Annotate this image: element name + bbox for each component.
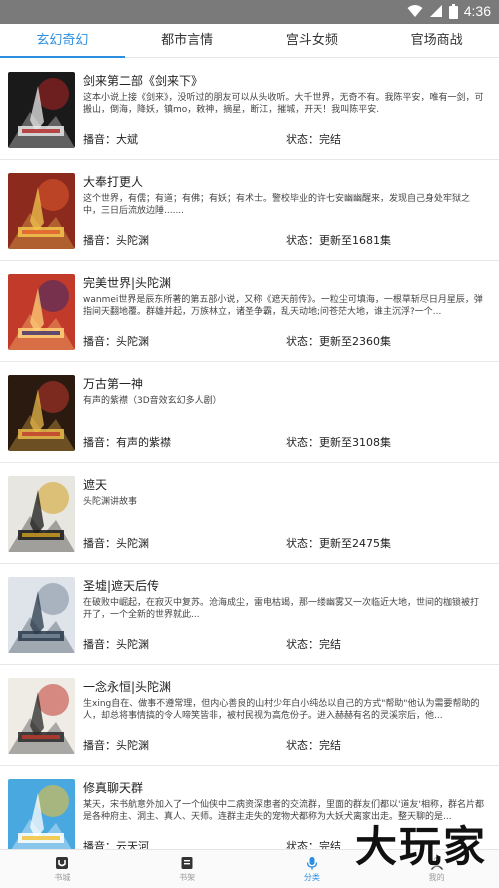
book-title: 剑来第二部《剑来下》 <box>83 74 204 88</box>
book-status: 状态：更新至3108集 <box>286 436 391 449</box>
clock-time: 4:36 <box>463 3 491 19</box>
nav-bookshelf[interactable]: 书架 <box>125 850 250 888</box>
nav-label: 书架 <box>179 872 196 882</box>
book-title: 遮天 <box>83 478 108 492</box>
book-narrator: 播音：头陀渊 <box>83 739 149 752</box>
book-narrator: 播音：头陀渊 <box>83 638 149 651</box>
status-icons: 4:36 <box>407 3 491 19</box>
book-cover <box>8 72 75 148</box>
book-status: 状态：更新至2360集 <box>286 335 391 348</box>
book-status: 状态：更新至1681集 <box>286 234 391 247</box>
book-title: 大奉打更人 <box>83 175 144 189</box>
cover-art <box>8 678 75 754</box>
book-narrator: 播音：有声的紫襟 <box>83 436 171 449</box>
list-item[interactable]: 万古第一神 有声的紫襟（3D音效玄幻多人剧） 播音：有声的紫襟 状态：更新至310… <box>0 362 499 463</box>
list-item[interactable]: 一念永恒|头陀渊 生xing自在、做事不遵常理，但内心善良的山村少年白小纯怂以自… <box>0 665 499 766</box>
book-narrator: 播音：大斌 <box>83 133 138 146</box>
list-item[interactable]: 完美世界|头陀渊 wanmei世界是辰东所著的第五部小说，又称《遮天前传》。一粒… <box>0 261 499 362</box>
bookstore-icon <box>55 856 69 872</box>
book-description: 生xing自在、做事不遵常理，但内心善良的山村少年白小纯怂以自己的方式"帮助"他… <box>83 699 480 721</box>
book-description: 这个世界，有儒；有道；有佛；有妖；有术士。警校毕业的许七安幽幽醒来，发现自己身处… <box>83 194 471 216</box>
book-narrator: 播音：头陀渊 <box>83 537 149 550</box>
book-status: 状态：完结 <box>286 739 341 752</box>
book-cover <box>8 577 75 653</box>
book-description: 头陀渊讲故事 <box>83 497 138 507</box>
list-item[interactable]: 遮天 头陀渊讲故事 播音：头陀渊 状态：更新至2475集 <box>0 463 499 564</box>
cover-art <box>8 779 75 849</box>
list-item[interactable]: 圣墟|遮天后传 在破败中崛起，在寂灭中复苏。沧海成尘，雷电枯竭，那一缕幽雾又一次… <box>0 564 499 665</box>
book-description: wanmei世界是辰东所著的第五部小说，又称《遮天前传》。一粒尘可填海，一根草斩… <box>83 295 483 317</box>
book-cover <box>8 173 75 249</box>
battery-icon <box>448 3 458 19</box>
list-item[interactable]: 剑来第二部《剑来下》 这本小说上接《剑来》，没听过的朋友可以从头收听。大千世界，… <box>0 59 499 160</box>
book-title: 修真聊天群 <box>83 781 144 795</box>
book-description: 这本小说上接《剑来》，没听过的朋友可以从头收听。大千世界，无奇不有。我陈平安，唯… <box>83 93 484 115</box>
book-cover <box>8 375 75 451</box>
tab-dushi[interactable]: 都市言情 <box>125 24 250 57</box>
signal-icon <box>429 4 443 18</box>
cover-art <box>8 577 75 653</box>
microphone-icon <box>305 856 319 872</box>
book-title: 完美世界|头陀渊 <box>83 276 172 290</box>
cover-art <box>8 476 75 552</box>
list-item[interactable]: 大奉打更人 这个世界，有儒；有道；有佛；有妖；有术士。警校毕业的许七安幽幽醒来，… <box>0 160 499 261</box>
book-title: 万古第一神 <box>83 377 144 391</box>
book-cover <box>8 779 75 849</box>
nav-bookstore[interactable]: 书城 <box>0 850 125 888</box>
book-status: 状态：完结 <box>286 840 341 849</box>
cover-art <box>8 72 75 148</box>
book-status: 状态：更新至2475集 <box>286 537 391 550</box>
book-status: 状态：完结 <box>286 638 341 651</box>
book-description: 有声的紫襟（3D音效玄幻多人剧） <box>83 396 222 406</box>
cover-art <box>8 375 75 451</box>
book-title: 一念永恒|头陀渊 <box>83 680 172 694</box>
cover-art <box>8 173 75 249</box>
category-tabs: 玄幻奇幻 都市言情 宫斗女频 官场商战 <box>0 24 499 58</box>
status-bar: 4:36 <box>0 0 499 24</box>
tab-guanchang[interactable]: 官场商战 <box>374 24 499 57</box>
wifi-icon <box>407 4 423 18</box>
book-cover <box>8 476 75 552</box>
book-list[interactable]: 剑来第二部《剑来下》 这本小说上接《剑来》，没听过的朋友可以从头收听。大千世界，… <box>0 59 499 849</box>
bookshelf-icon <box>180 856 194 872</box>
nav-label: 分类 <box>303 872 320 882</box>
book-cover <box>8 274 75 350</box>
tab-xuanhuan[interactable]: 玄幻奇幻 <box>0 24 125 58</box>
book-title: 圣墟|遮天后传 <box>83 579 160 593</box>
book-narrator: 播音：头陀渊 <box>83 335 149 348</box>
book-description: 在破败中崛起，在寂灭中复苏。沧海成尘，雷电枯竭，那一缕幽雾又一次临近大地，世间的… <box>83 598 480 620</box>
nav-label: 书城 <box>54 872 71 882</box>
book-narrator: 播音：云天河 <box>83 840 149 849</box>
cover-art <box>8 274 75 350</box>
book-cover <box>8 678 75 754</box>
book-narrator: 播音：头陀渊 <box>83 234 149 247</box>
tab-gongdou[interactable]: 宫斗女频 <box>250 24 375 57</box>
book-status: 状态：完结 <box>286 133 341 146</box>
watermark-logo: 大玩家 <box>354 822 487 871</box>
